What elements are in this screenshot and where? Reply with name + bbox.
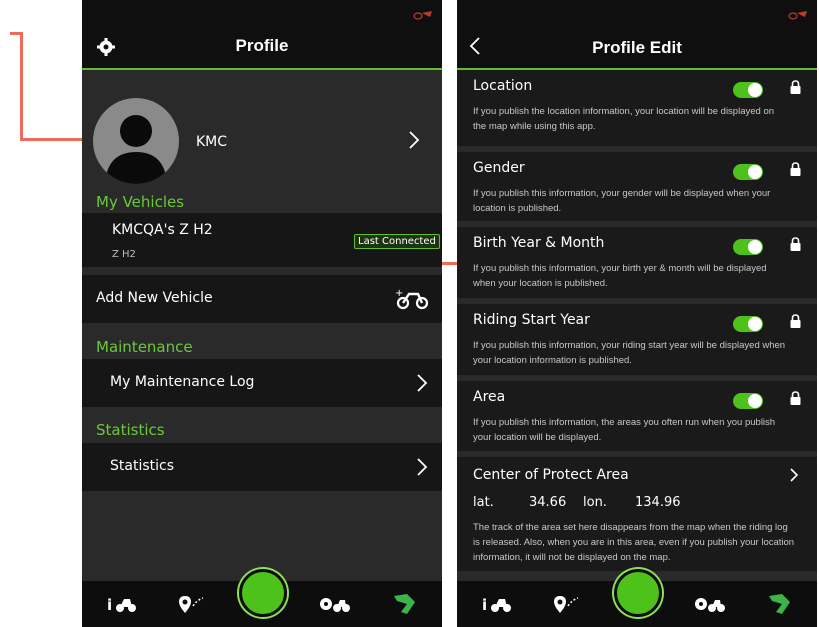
tab-map[interactable] [172,581,212,627]
setting-location: Location If you publish the location inf… [457,70,817,146]
maintenance-log-label: My Maintenance Log [110,374,255,390]
info-motorcycle-icon: i [482,596,511,614]
lon-value: 134.96 [635,495,681,510]
setting-description: If you publish this information, your bi… [473,263,767,289]
lock-icon [790,162,801,181]
tab-profile[interactable] [759,581,799,627]
settings-motorcycle-icon [320,598,350,612]
lat-label: lat. [473,495,494,510]
setting-riding-start-year: Riding Start Year If you publish this in… [457,298,817,375]
brand-logo-icon [787,8,809,26]
my-vehicles-label: My Vehicles [96,193,185,211]
chevron-right-icon[interactable] [789,467,799,488]
map-pin-icon [554,596,579,613]
profile-edit-screen: Profile Edit Location If you publish the… [457,0,817,627]
page-title: Profile Edit [592,38,682,57]
profile-edit-header: Profile Edit [457,0,817,70]
setting-gender: Gender If you publish this information, … [457,146,817,221]
tab-bar: i [82,569,442,627]
vehicle-name: KMCQA's Z H2 [112,222,213,238]
lock-icon [790,314,801,333]
tab-profile[interactable] [384,581,424,627]
user-name: KMC [196,134,228,150]
annotation-line-left-vertical [20,32,23,141]
info-motorcycle-icon: i [107,596,136,614]
settings-motorcycle-icon [695,598,725,612]
vehicle-row[interactable]: KMCQA's Z H2 Z H2 Last Connected [82,213,442,267]
setting-title: Area [473,389,506,405]
add-vehicle-label: Add New Vehicle [96,290,213,306]
vehicle-model: Z H2 [112,249,136,260]
setting-description: If you publish the location information,… [473,106,775,132]
tab-bar: i [457,569,817,627]
helmet-icon [769,594,790,614]
page-title: Profile [235,36,289,55]
chevron-right-icon[interactable] [416,457,428,482]
maintenance-log-row[interactable]: My Maintenance Log [82,359,442,407]
tab-info[interactable]: i [102,581,142,627]
lock-icon [790,391,801,410]
setting-title: Riding Start Year [473,312,590,328]
tab-info[interactable]: i [477,581,517,627]
tab-settings[interactable] [314,581,354,627]
protect-area-section[interactable]: Center of Protect Area lat. 34.66 lon. 1… [457,451,817,571]
brand-logo-icon [412,8,434,26]
svg-text:i: i [107,596,112,614]
profile-header: Profile [82,0,442,70]
profile-screen: Profile KMC My Vehicles KMCQA's Z H2 Z H… [82,0,442,627]
statistics-item-label: Statistics [110,458,174,474]
svg-text:i: i [482,596,487,614]
lon-label: lon. [583,495,607,510]
protect-area-description: The track of the area set here disappear… [473,522,795,563]
setting-title: Birth Year & Month [473,235,605,251]
setting-area: Area If you publish this information, th… [457,375,817,451]
setting-title: Gender [473,160,525,176]
setting-title: Location [473,78,533,94]
area-toggle[interactable] [733,393,763,409]
birth-year-toggle[interactable] [733,239,763,255]
chevron-right-icon[interactable] [408,130,420,155]
tab-map[interactable] [547,581,587,627]
profile-row[interactable]: KMC [82,72,442,187]
statistics-label: Statistics [96,421,165,439]
lock-icon [790,237,801,256]
lat-value: 34.66 [529,495,567,510]
tab-settings[interactable] [689,581,729,627]
map-pin-icon [179,596,204,613]
riding-start-toggle[interactable] [733,316,763,332]
record-button[interactable] [614,569,662,617]
maintenance-label: Maintenance [96,338,193,356]
chevron-right-icon[interactable] [416,373,428,398]
avatar [93,98,179,184]
helmet-icon [394,594,415,614]
protect-area-title: Center of Protect Area [473,467,629,483]
add-motorcycle-icon[interactable]: + [394,288,430,315]
gender-toggle[interactable] [733,164,763,180]
statistics-row[interactable]: Statistics [82,443,442,491]
setting-birth-year-month: Birth Year & Month If you publish this i… [457,221,817,298]
setting-description: If you publish this information, your ge… [473,188,771,214]
lock-icon [790,80,801,99]
setting-description: If you publish this information, the are… [473,417,776,443]
status-badge: Last Connected [354,234,440,249]
setting-description: If you publish this information, your ri… [473,340,786,366]
add-vehicle-row[interactable]: Add New Vehicle + [82,275,442,323]
record-button[interactable] [239,569,287,617]
location-toggle[interactable] [733,82,763,98]
